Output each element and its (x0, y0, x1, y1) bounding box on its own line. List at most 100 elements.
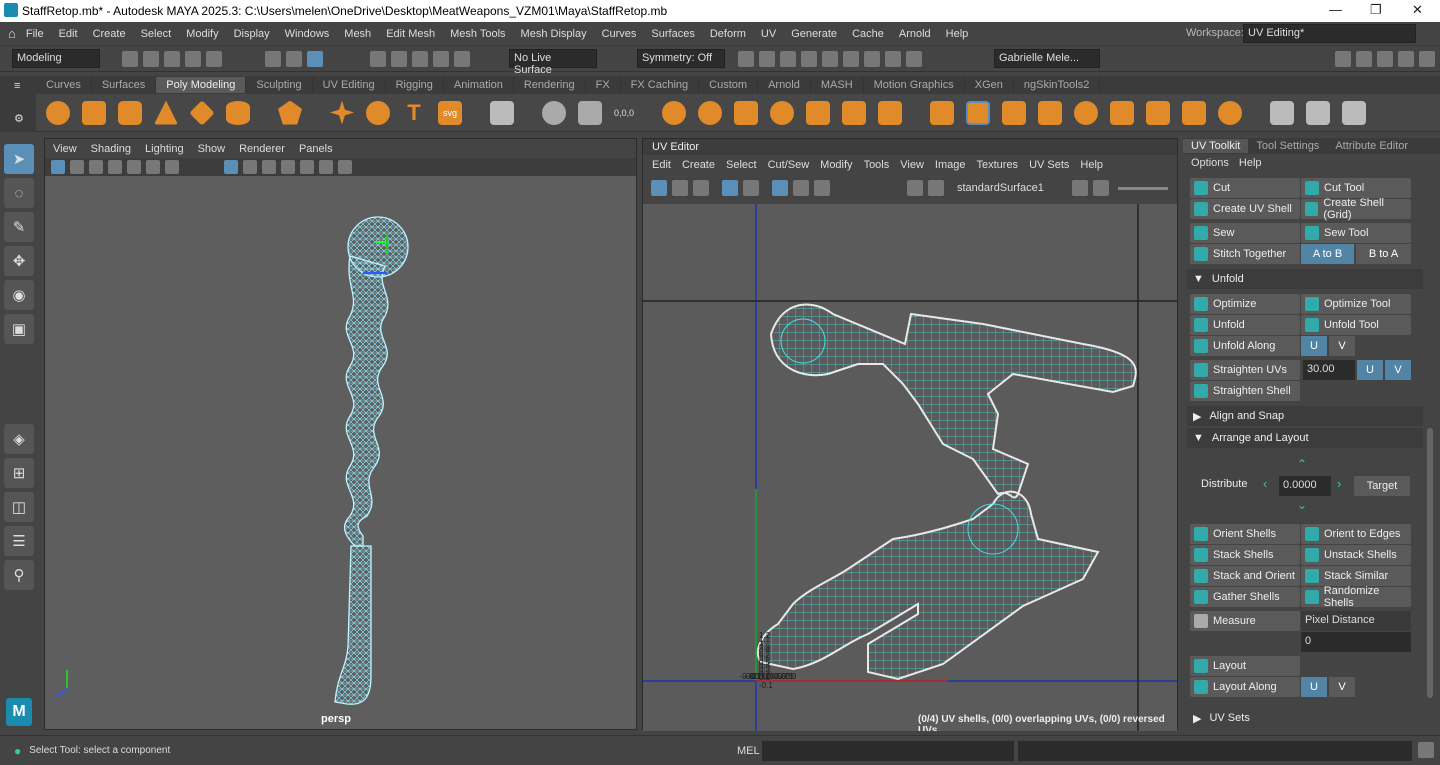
ambient-occlusion-icon[interactable] (319, 160, 333, 174)
shelf-settings-icon[interactable]: ⚙ (14, 112, 24, 125)
search-icon[interactable]: ⚲ (4, 560, 34, 590)
extrude-icon[interactable] (930, 100, 955, 125)
slide-edge-icon[interactable] (1342, 100, 1367, 125)
straighten-angle-input[interactable]: 30.00 (1303, 360, 1355, 380)
symmetry-dropdown[interactable]: Symmetry: Off (637, 49, 725, 68)
hypershade-icon[interactable] (801, 51, 817, 67)
create-uv-shell-button[interactable]: Create UV Shell (1190, 199, 1300, 219)
unfold-button[interactable]: Unfold (1190, 315, 1300, 335)
uv-menu-create[interactable]: Create (682, 159, 715, 171)
shelf-tab-sculpting[interactable]: Sculpting (246, 77, 313, 93)
paint-select-tool-icon[interactable]: ✎ (4, 212, 34, 242)
menu-edit-mesh[interactable]: Edit Mesh (386, 28, 435, 40)
uv-menu-tools[interactable]: Tools (864, 159, 890, 171)
workspace-dropdown[interactable]: UV Editing* (1243, 24, 1416, 43)
close-button[interactable]: ✕ (1412, 2, 1423, 18)
image-plane-icon[interactable] (108, 160, 122, 174)
shelf-tab-motion-graphics[interactable]: Motion Graphics (864, 77, 965, 93)
layout-along-button[interactable]: Layout Along (1190, 677, 1300, 697)
distribute-right-arrow-icon[interactable]: › (1337, 476, 1341, 491)
menu-surfaces[interactable]: Surfaces (651, 28, 694, 40)
uv-menu-image[interactable]: Image (935, 159, 966, 171)
uv-menu-select[interactable]: Select (726, 159, 757, 171)
shelf-tab-surfaces[interactable]: Surfaces (92, 77, 157, 93)
menu-file[interactable]: File (26, 28, 44, 40)
scale-tool-icon[interactable]: ▣ (4, 314, 34, 344)
shelf-tab-uv-editing[interactable]: UV Editing (313, 77, 386, 93)
smooth-icon[interactable] (806, 100, 831, 125)
uv-checker-icon[interactable] (693, 180, 709, 196)
straighten-shell-button[interactable]: Straighten Shell (1190, 381, 1300, 401)
uv-menu-edit[interactable]: Edit (652, 159, 671, 171)
select-object-icon[interactable] (286, 51, 302, 67)
render-settings-icon[interactable] (780, 51, 796, 67)
menu-uv[interactable]: UV (761, 28, 776, 40)
uv-menu-cut-sew[interactable]: Cut/Sew (768, 159, 810, 171)
tab-attribute-editor[interactable]: Attribute Editor (1327, 139, 1416, 153)
move-tool-icon[interactable]: ✥ (4, 246, 34, 276)
append-polygon-icon[interactable] (1074, 100, 1099, 125)
menu-create[interactable]: Create (93, 28, 126, 40)
menu-windows[interactable]: Windows (285, 28, 330, 40)
help-menu[interactable]: Help (1239, 157, 1262, 169)
shelf-tab-custom[interactable]: Custom (699, 77, 759, 93)
unfold-tool-button[interactable]: Unfold Tool (1301, 315, 1411, 335)
single-perspective-layout-icon[interactable]: ◈ (4, 424, 34, 454)
uv-shell-border-icon[interactable] (651, 180, 667, 196)
ipr-render-icon[interactable] (759, 51, 775, 67)
poly-torus-icon[interactable] (226, 100, 250, 125)
cut-button[interactable]: Cut (1190, 178, 1300, 198)
viewport-menu-panels[interactable]: Panels (299, 143, 333, 155)
shelf-tab-curves[interactable]: Curves (36, 77, 92, 93)
menu-arnold[interactable]: Arnold (899, 28, 931, 40)
viewport-menu-show[interactable]: Show (198, 143, 226, 155)
user-account-dropdown[interactable]: Gabrielle Mele... (994, 49, 1100, 68)
sew-tool-button[interactable]: Sew Tool (1301, 223, 1411, 243)
attribute-editor-icon[interactable] (1356, 51, 1372, 67)
unfold-section-header[interactable]: ▼ Unfold (1187, 269, 1423, 289)
align-snap-section-header[interactable]: ▶ Align and Snap (1187, 406, 1423, 426)
menu-display[interactable]: Display (234, 28, 270, 40)
undo-icon[interactable] (185, 51, 201, 67)
bookmark-icon[interactable] (89, 160, 103, 174)
uv-grid-icon[interactable] (722, 180, 738, 196)
staff-wireframe-model[interactable] (45, 176, 636, 729)
texture-image-icon[interactable] (907, 180, 923, 196)
distribute-up-arrow-icon[interactable]: ⌃ (1297, 457, 1307, 471)
checker-pattern-icon[interactable] (928, 180, 944, 196)
boolean-icon[interactable] (770, 100, 795, 125)
command-language-label[interactable]: MEL (737, 745, 760, 757)
minimize-button[interactable]: — (1329, 2, 1342, 17)
menu-cache[interactable]: Cache (852, 28, 884, 40)
distribute-down-arrow-icon[interactable]: ⌄ (1297, 498, 1307, 512)
bridge-icon[interactable] (1002, 100, 1027, 125)
distribute-value-input[interactable]: 0.0000 (1279, 476, 1331, 496)
lasso-tool-icon[interactable]: ◌ (4, 178, 34, 208)
shelf-tab-fx[interactable]: FX (586, 77, 621, 93)
freeze-transform-icon[interactable]: 0,0,0 (614, 108, 634, 118)
distribute-left-arrow-icon[interactable]: ‹ (1263, 476, 1267, 491)
command-line-input[interactable] (762, 741, 1014, 761)
cut-tool-button[interactable]: Cut Tool (1301, 178, 1411, 198)
select-component-icon[interactable] (307, 51, 323, 67)
quad-draw-icon[interactable] (1306, 100, 1331, 125)
mirror-icon[interactable] (878, 100, 903, 125)
unstack-shells-button[interactable]: Unstack Shells (1301, 545, 1411, 565)
camera-attributes-icon[interactable] (70, 160, 84, 174)
combine-icon[interactable] (662, 100, 687, 125)
poly-plane-icon[interactable] (189, 99, 215, 126)
b-to-a-button[interactable]: B to A (1356, 244, 1411, 264)
tab-tool-settings[interactable]: Tool Settings (1248, 139, 1327, 153)
textured-icon[interactable] (262, 160, 276, 174)
connect-icon[interactable] (1218, 100, 1243, 125)
a-to-b-button[interactable]: A to B (1301, 244, 1354, 264)
uv-dim-image-icon[interactable] (793, 180, 809, 196)
shelf-tab-arnold[interactable]: Arnold (758, 77, 811, 93)
uv-menu-uv-sets[interactable]: UV Sets (1029, 159, 1069, 171)
table-icon[interactable] (490, 100, 514, 125)
center-pivot-icon[interactable] (578, 100, 602, 125)
svg-icon[interactable]: svg (438, 100, 462, 125)
light-icon[interactable] (843, 51, 859, 67)
menu-mesh[interactable]: Mesh (344, 28, 371, 40)
create-shell-grid-button[interactable]: Create Shell (Grid) (1301, 197, 1411, 221)
